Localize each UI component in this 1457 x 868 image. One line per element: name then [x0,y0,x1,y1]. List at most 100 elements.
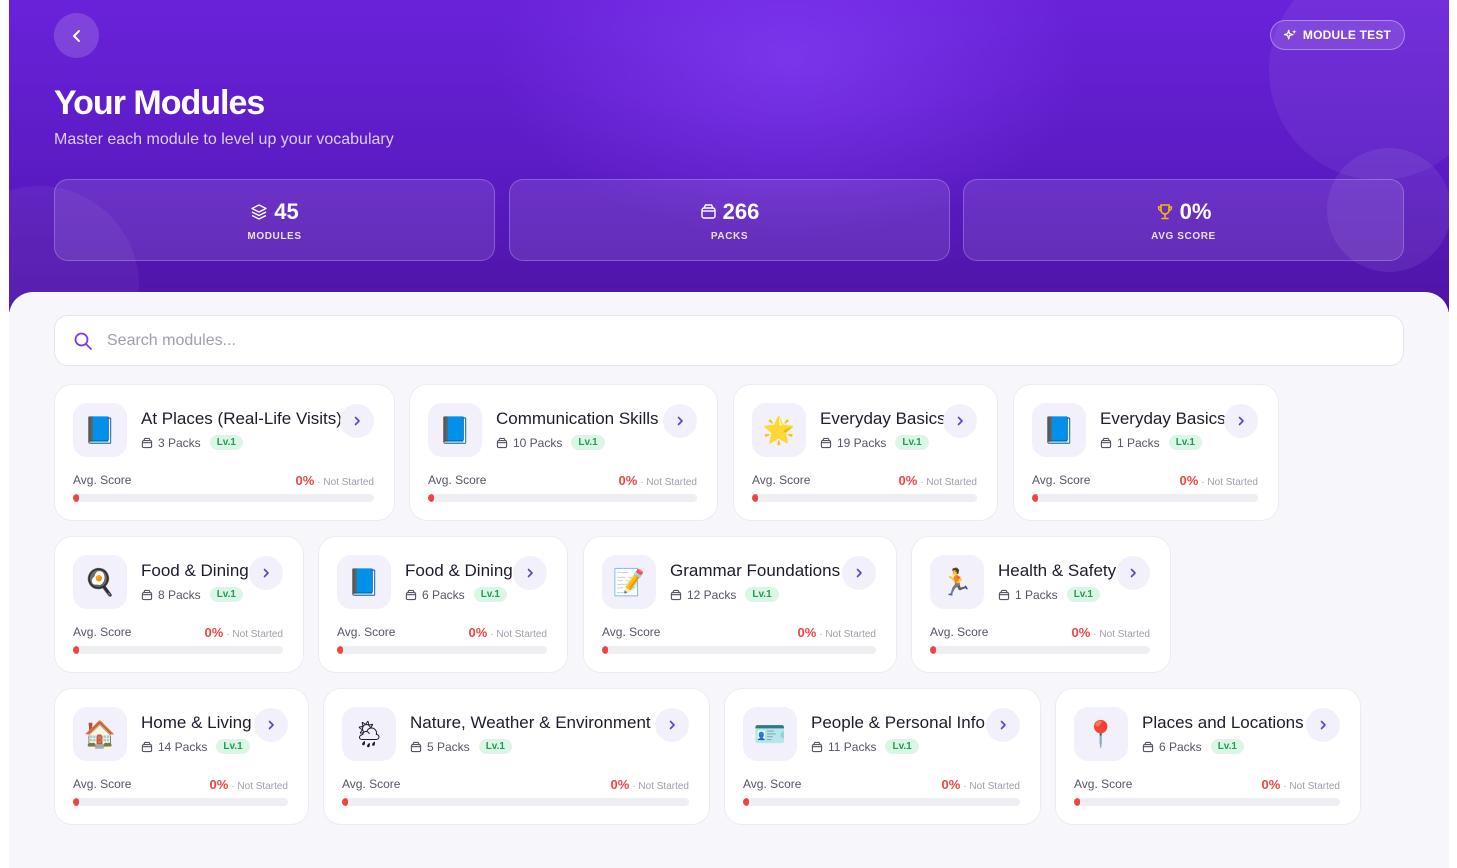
progress-bar [602,646,876,654]
module-emoji-icon: 📘 [83,415,117,445]
progress-fill [428,494,434,502]
module-emoji-icon: 🌦 [352,719,386,749]
module-meta: 6 Packs Lv.1 [1142,739,1244,754]
score-percent: 0% [1261,777,1281,792]
open-module-button[interactable] [1116,556,1150,590]
module-emoji-icon: 🌟 [762,415,796,445]
open-module-button[interactable] [340,404,374,438]
module-icon: 🍳 [73,555,127,609]
package-icon [141,437,153,448]
module-meta: 10 Packs Lv.1 [496,435,605,450]
score-percent: 0% [797,625,817,640]
progress-fill [930,646,936,654]
score-percent: 0% [941,777,961,792]
module-card[interactable]: 📘 Everyday Basics 1 Packs Lv.1 Avg. Score 0% ·… [1013,384,1279,521]
chevron-right-icon [677,416,683,426]
search-bar[interactable] [54,315,1404,366]
open-module-button[interactable] [1224,404,1258,438]
page-subtitle: Master each module to level up your voca… [54,131,394,148]
stat-label: PACKS [710,230,749,242]
module-name: Grammar Foundations [670,561,841,580]
module-name: Food & Dining [405,561,513,580]
open-module-button[interactable] [249,556,283,590]
module-card[interactable]: 🪪 People & Personal Info 11 Packs Lv.1 Avg. … [724,688,1041,825]
score-status: 0% · Not Started [798,625,877,640]
avg-score-label: Avg. Score [743,777,802,791]
score-percent: 0% [209,777,229,792]
level-badge: Lv.1 [478,739,512,754]
avg-score-label: Avg. Score [337,625,396,639]
chevron-right-icon [354,416,360,426]
module-icon: 📝 [602,555,656,609]
avg-score-label: Avg. Score [342,777,401,791]
chevron-right-icon [527,568,533,578]
open-module-button[interactable] [254,708,288,742]
module-packs: 11 Packs [828,739,877,754]
open-module-button[interactable] [842,556,876,590]
progress-bar [752,494,977,502]
status-text: · Not Started [490,629,547,640]
module-card[interactable]: 🌦 Nature, Weather & Environment 5 Packs Lv.… [323,688,710,825]
progress-bar [73,646,283,654]
score-percent: 0% [468,625,488,640]
avg-score-label: Avg. Score [73,473,132,487]
module-card[interactable]: 🍳 Food & Dining 8 Packs Lv.1 Avg. Score 0% · N… [54,536,304,673]
module-name: Places and Locations [1142,713,1304,732]
score-percent: 0% [1179,473,1199,488]
open-module-button[interactable] [663,404,697,438]
progress-bar [428,494,697,502]
module-card[interactable]: 📝 Grammar Foundations 12 Packs Lv.1 Avg. Sco… [583,536,897,673]
status-text: · Not Started [819,629,876,640]
back-button[interactable] [54,13,99,58]
open-module-button[interactable] [986,708,1020,742]
level-badge: Lv.1 [885,739,919,754]
chevron-right-icon [1238,416,1244,426]
module-card[interactable]: 🏃 Health & Safety 1 Packs Lv.1 Avg. Score 0% ·… [911,536,1171,673]
open-module-button[interactable] [943,404,977,438]
module-card[interactable]: 📘 Food & Dining 6 Packs Lv.1 Avg. Score 0% · N… [318,536,568,673]
module-card[interactable]: 📘 At Places (Real-Life Visits) 3 Packs Lv.1… [54,384,395,521]
search-input[interactable] [107,331,1307,350]
avg-score-label: Avg. Score [1032,473,1091,487]
sparkles-icon [1283,28,1297,39]
module-name: Communication Skills [496,409,659,428]
module-name: Everyday Basics [1100,409,1226,428]
module-card[interactable]: 📍 Places and Locations 6 Packs Lv.1 Avg. Sco… [1055,688,1361,825]
progress-fill [602,646,608,654]
module-card[interactable]: 🌟 Everyday Basics 19 Packs Lv.1 Avg. Score 0%… [733,384,998,521]
progress-fill [73,494,79,502]
module-card[interactable]: 📘 Communication Skills 10 Packs Lv.1 Avg. Sc… [409,384,718,521]
score-percent: 0% [618,473,638,488]
module-packs: 14 Packs [158,739,208,754]
package-icon [405,589,417,600]
package-icon [670,589,682,600]
module-icon: 📘 [337,555,391,609]
module-test-button[interactable]: MODULE TEST [1270,20,1405,50]
module-card[interactable]: 🏠 Home & Living 14 Packs Lv.1 Avg. Score 0% · … [54,688,309,825]
module-packs: 6 Packs [422,587,465,602]
module-emoji-icon: 📍 [1084,719,1118,749]
open-module-button[interactable] [655,708,689,742]
module-emoji-icon: 🍳 [83,567,117,597]
open-module-button[interactable] [1306,708,1340,742]
module-meta: 19 Packs Lv.1 [820,435,929,450]
status-text: · Not Started [231,781,288,792]
open-module-button[interactable] [513,556,547,590]
avg-score-label: Avg. Score [73,625,132,639]
progress-bar [1074,798,1340,806]
modules-page: MODULE TEST Your Modules Master each mod… [9,0,1449,868]
chevron-right-icon [1130,568,1136,578]
chevron-right-icon [1000,720,1006,730]
hero-header: MODULE TEST Your Modules Master each mod… [9,0,1449,312]
module-icon: 🌟 [752,403,806,457]
package-icon [141,589,153,600]
score-percent: 0% [1071,625,1091,640]
progress-fill [342,798,348,806]
module-packs: 10 Packs [513,435,563,450]
progress-fill [73,646,79,654]
status-text: · Not Started [226,629,283,640]
progress-bar [73,494,374,502]
module-meta: 8 Packs Lv.1 [141,587,243,602]
module-packs: 6 Packs [1159,739,1202,754]
module-packs: 5 Packs [427,739,470,754]
